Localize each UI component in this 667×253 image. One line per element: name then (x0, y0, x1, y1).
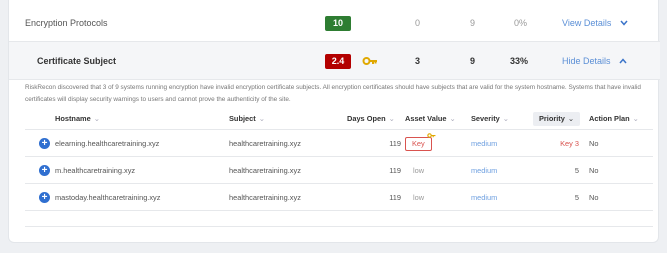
findings-panel: Encryption Protocols 10 0 9 0% View Deta… (8, 0, 660, 243)
summary-row-certificate-subject: Certificate Subject 2.4 3 9 33% Hide Det… (9, 42, 660, 80)
header-label: Hostname (55, 114, 91, 123)
hostname-link[interactable]: elearning.healthcaretraining.xyz (55, 130, 159, 157)
header-label: Subject (229, 114, 256, 123)
subject-cell: healthcaretraining.xyz (229, 166, 301, 175)
row-title: Certificate Subject (37, 56, 117, 66)
priority-cell: Key 3 (560, 139, 579, 148)
chevron-down-icon (620, 4, 628, 42)
sort-chevron-icon: ⌄ (388, 114, 395, 123)
header-label: Days Open (347, 114, 386, 123)
percent-cell: 0% (514, 18, 528, 28)
header-asset-value[interactable]: Asset Value ⌄ (405, 108, 456, 130)
asset-value-label: Key (412, 139, 425, 148)
asset-value-cell: low (413, 193, 425, 202)
priority-cell: 5 (574, 166, 579, 175)
days-open-cell: 119 (389, 166, 401, 175)
total-cell: 9 (470, 56, 476, 66)
header-label: Action Plan (589, 114, 630, 123)
table-row: + elearning.healthcaretraining.xyz healt… (25, 130, 653, 157)
asset-value-cell: low (413, 166, 425, 175)
header-days-open[interactable]: Days Open ⌄ (347, 108, 395, 130)
header-priority[interactable]: Priority ⌄ (533, 112, 581, 126)
hide-details-link[interactable]: Hide Details (562, 42, 627, 80)
subject-cell: healthcaretraining.xyz (229, 193, 301, 202)
days-open-cell: 119 (389, 139, 401, 148)
header-label: Priority (539, 114, 565, 123)
severity-cell: medium (471, 166, 498, 175)
subject-cell: healthcaretraining.xyz (229, 139, 301, 148)
score-badge: 10 (325, 16, 351, 31)
sort-chevron-icon: ⌄ (502, 114, 509, 123)
hide-details-label: Hide Details (562, 56, 611, 66)
expand-plus-icon[interactable]: + (39, 165, 50, 176)
expand-plus-icon[interactable]: + (39, 192, 50, 203)
table-bottom-divider (25, 226, 653, 227)
sort-chevron-icon: ⌄ (93, 114, 100, 123)
hostname-link[interactable]: mastoday.healthcaretraining.xyz (55, 184, 160, 211)
action-plan-cell: No (589, 166, 599, 175)
expand-plus-icon[interactable]: + (39, 138, 50, 149)
view-details-link[interactable]: View Details (562, 4, 628, 42)
finding-description: RiskRecon discovered that 3 of 9 systems… (25, 84, 641, 103)
sort-chevron-icon: ⌄ (258, 114, 265, 123)
percent-cell: 33% (510, 56, 529, 66)
table-row: + mastoday.healthcaretraining.xyz health… (25, 184, 653, 211)
severity-cell: medium (471, 193, 498, 202)
header-label: Severity (471, 114, 500, 123)
table-header: Hostname ⌄ Subject ⌄ Days Open ⌄ Asset Valu… (25, 108, 653, 130)
header-action-plan[interactable]: Action Plan ⌄ (589, 108, 639, 130)
header-subject[interactable]: Subject ⌄ (229, 108, 265, 130)
sort-chevron-icon: ⌄ (632, 114, 639, 123)
header-severity[interactable]: Severity ⌄ (471, 108, 509, 130)
days-open-cell: 119 (389, 193, 401, 202)
hostname-link[interactable]: m.healthcaretraining.xyz (55, 157, 135, 184)
action-plan-cell: No (589, 139, 599, 148)
key-icon (362, 55, 378, 67)
row-title: Encryption Protocols (25, 18, 108, 28)
score-badge: 2.4 (325, 54, 351, 69)
severity-cell: medium (471, 139, 498, 148)
count-cell: 0 (415, 18, 421, 28)
total-cell: 9 (470, 18, 476, 28)
sort-chevron-icon: ⌄ (449, 114, 456, 123)
header-label: Asset Value (405, 114, 447, 123)
action-plan-cell: No (589, 193, 599, 202)
key-icon (427, 132, 436, 139)
view-details-label: View Details (562, 18, 612, 28)
sort-chevron-icon: ⌄ (567, 114, 575, 123)
priority-cell: 5 (574, 193, 579, 202)
header-hostname[interactable]: Hostname ⌄ (55, 108, 100, 130)
chevron-up-icon (619, 42, 627, 80)
table-row: + m.healthcaretraining.xyz healthcaretra… (25, 157, 653, 184)
summary-row-encryption-protocols: Encryption Protocols 10 0 9 0% View Deta… (9, 4, 660, 42)
count-cell: 3 (415, 56, 421, 66)
asset-value-key-badge: Key (405, 137, 432, 151)
